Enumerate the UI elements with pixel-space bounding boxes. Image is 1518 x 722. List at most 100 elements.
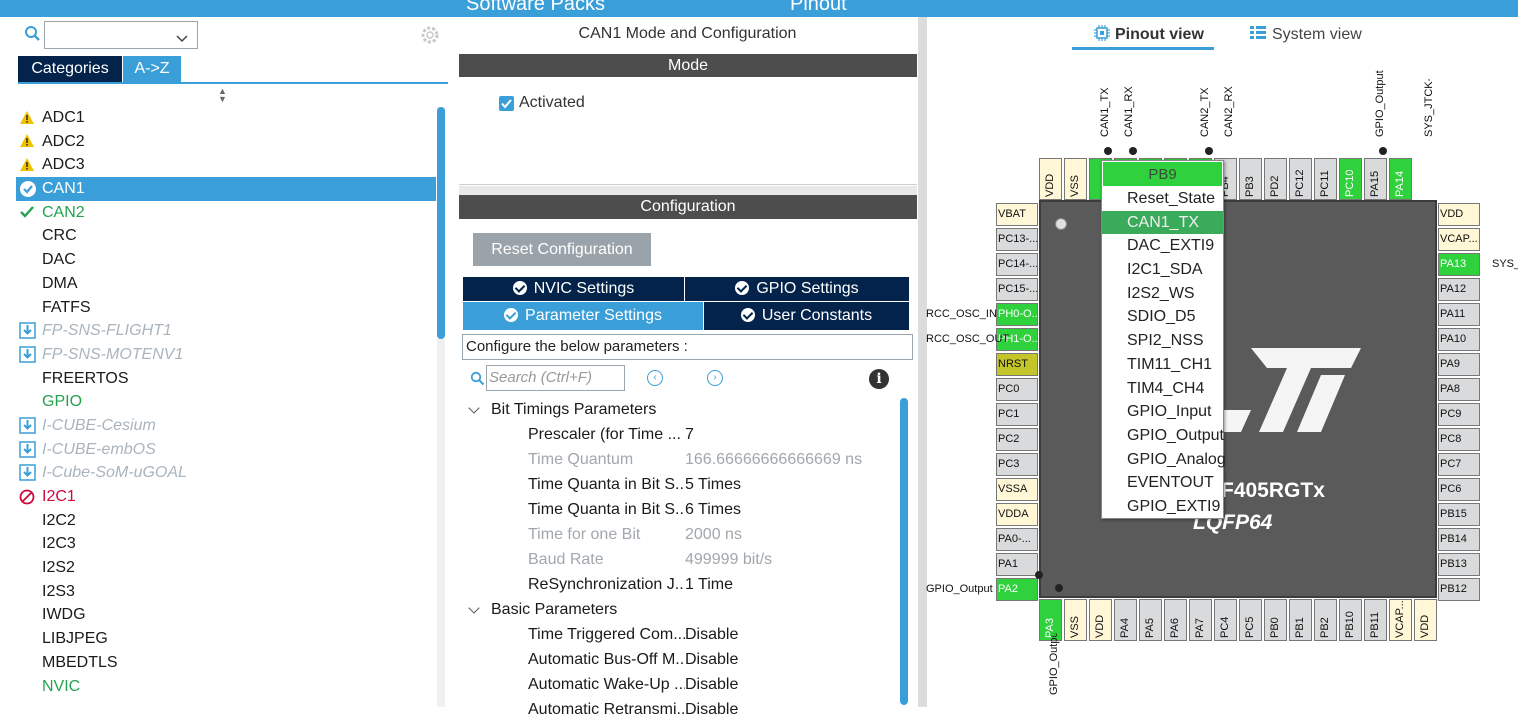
pin[interactable]: VDD xyxy=(1414,599,1437,641)
left-scrollbar[interactable] xyxy=(437,107,445,339)
pin[interactable]: PA11 xyxy=(1438,303,1480,326)
pin[interactable]: PC10 xyxy=(1339,158,1362,200)
popup-menu-item[interactable]: I2S2_WS xyxy=(1102,282,1223,306)
search-next-button[interactable]: › xyxy=(707,370,723,386)
search-previous-button[interactable]: ‹ xyxy=(647,370,663,386)
pin[interactable]: PA1 xyxy=(996,553,1038,576)
pin[interactable]: PA6 xyxy=(1164,599,1187,641)
pin[interactable]: PC2 xyxy=(996,428,1038,451)
tab-gpio-settings[interactable]: GPIO Settings xyxy=(685,277,909,301)
peripheral-item[interactable]: GPIO xyxy=(16,390,436,414)
pin[interactable]: VSS xyxy=(1064,158,1087,200)
parameter-row[interactable]: ReSynchronization J... 1 Time xyxy=(458,572,898,597)
pin[interactable]: PA0-... xyxy=(996,528,1038,551)
search-icon[interactable] xyxy=(470,371,485,390)
pin[interactable]: PC12 xyxy=(1289,158,1312,200)
parameter-value[interactable]: 5 Times xyxy=(685,472,741,497)
parameter-row[interactable]: Automatic Retransmi... Disable xyxy=(458,697,898,722)
pin[interactable]: PB10 xyxy=(1339,599,1362,641)
pin[interactable]: PC9 xyxy=(1438,403,1480,426)
pin[interactable]: VDD xyxy=(1089,599,1112,641)
parameter-row[interactable]: Time Quanta in Bit S... 5 Times xyxy=(458,472,898,497)
pin[interactable]: PA13 xyxy=(1438,253,1480,276)
pin[interactable]: PC3 xyxy=(996,453,1038,476)
pin[interactable]: PB2 xyxy=(1314,599,1337,641)
pin[interactable]: PC14-... xyxy=(996,253,1038,276)
tab-system-view[interactable]: System view xyxy=(1250,25,1362,44)
sort-icon[interactable]: ▲ ▼ xyxy=(218,87,227,104)
chevron-down-icon[interactable] xyxy=(468,602,480,614)
peripheral-item[interactable]: CRC xyxy=(16,224,436,248)
popup-menu-item[interactable]: SDIO_D5 xyxy=(1102,305,1223,329)
popup-menu-item[interactable]: SPI2_NSS xyxy=(1102,329,1223,353)
parameter-section[interactable]: Bit Timings Parameters xyxy=(458,397,898,422)
tab-a-to-z[interactable]: A->Z xyxy=(123,56,181,82)
parameter-value[interactable]: Disable xyxy=(685,697,738,722)
chevron-down-icon[interactable] xyxy=(176,30,188,47)
pin[interactable]: PB14 xyxy=(1438,528,1480,551)
pin-function-popup[interactable]: PB9 Reset_State CAN1_TX DAC_EXTI9 I2C1_SDA I… xyxy=(1101,160,1226,519)
activated-checkbox[interactable] xyxy=(499,96,514,111)
pin[interactable]: VDD xyxy=(1039,158,1062,200)
popup-menu-item[interactable]: GPIO_Analog xyxy=(1102,448,1226,472)
parameter-row[interactable]: Automatic Wake-Up ... Disable xyxy=(458,672,898,697)
pin[interactable]: PC8 xyxy=(1438,428,1480,451)
popup-menu-item[interactable]: GPIO_Output xyxy=(1102,424,1224,448)
pin[interactable]: VDDA xyxy=(996,503,1038,526)
peripheral-item[interactable]: I2C3 xyxy=(16,532,436,556)
peripheral-item[interactable]: I-CUBE-embOS xyxy=(16,438,436,462)
pin[interactable]: PC4 xyxy=(1214,599,1237,641)
pin[interactable]: VDD xyxy=(1438,203,1480,226)
pin[interactable]: PB11 xyxy=(1364,599,1387,641)
peripheral-item[interactable]: IWDG xyxy=(16,603,436,627)
pin[interactable]: PC6 xyxy=(1438,478,1480,501)
info-icon[interactable]: i xyxy=(869,369,889,389)
parameter-search-input[interactable]: Search (Ctrl+F) xyxy=(486,365,625,391)
pin[interactable]: PC1 xyxy=(996,403,1038,426)
pin[interactable]: VSSA xyxy=(996,478,1038,501)
pin[interactable]: PA12 xyxy=(1438,278,1480,301)
peripheral-item[interactable]: FREERTOS xyxy=(16,367,436,391)
peripheral-item[interactable]: CAN2 xyxy=(16,201,436,225)
peripheral-item[interactable]: ADC2 xyxy=(16,130,436,154)
pin[interactable]: PC5 xyxy=(1239,599,1262,641)
peripheral-item[interactable]: I2C1 xyxy=(16,485,436,509)
pin[interactable]: PB15 xyxy=(1438,503,1480,526)
parameter-value[interactable]: Disable xyxy=(685,622,738,647)
pin[interactable]: PB0 xyxy=(1264,599,1287,641)
parameter-row[interactable]: Prescaler (for Time ... 7 xyxy=(458,422,898,447)
peripheral-item[interactable]: CAN1 xyxy=(16,177,436,201)
pin[interactable]: VSS xyxy=(1064,599,1087,641)
tab-user-constants[interactable]: User Constants xyxy=(704,302,909,330)
popup-menu-item[interactable]: Reset_State xyxy=(1102,187,1223,211)
peripheral-item[interactable]: NVIC xyxy=(16,675,436,699)
pin[interactable]: PB3 xyxy=(1239,158,1262,200)
pin[interactable]: PD2 xyxy=(1264,158,1287,200)
peripheral-item[interactable]: FP-SNS-MOTENV1 xyxy=(16,343,436,367)
pin[interactable]: PC11 xyxy=(1314,158,1337,200)
pinout-menu[interactable]: Pinout xyxy=(790,0,847,16)
pin[interactable]: VCAP... xyxy=(1438,228,1480,251)
pin[interactable]: VBAT xyxy=(996,203,1038,226)
pin[interactable]: PB13 xyxy=(1438,553,1480,576)
peripheral-item[interactable]: I2S2 xyxy=(16,556,436,580)
tab-nvic-settings[interactable]: NVIC Settings xyxy=(463,277,684,301)
parameter-section[interactable]: Basic Parameters xyxy=(458,597,898,622)
search-icon[interactable] xyxy=(24,25,41,46)
peripheral-item[interactable]: DAC xyxy=(16,248,436,272)
parameter-value[interactable]: 1 Time xyxy=(685,572,733,597)
pin[interactable]: PC7 xyxy=(1438,453,1480,476)
pin[interactable]: PC0 xyxy=(996,378,1038,401)
pin[interactable]: PA2 xyxy=(996,578,1038,601)
popup-menu-item[interactable]: CAN1_TX xyxy=(1102,210,1223,235)
gear-icon[interactable] xyxy=(419,24,441,50)
peripheral-item[interactable]: DMA xyxy=(16,272,436,296)
pin[interactable]: PC13-... xyxy=(996,228,1038,251)
pin[interactable]: PB12 xyxy=(1438,578,1480,601)
parameter-row[interactable]: Time Quanta in Bit S... 6 Times xyxy=(458,497,898,522)
reset-configuration-button[interactable]: Reset Configuration xyxy=(473,233,651,266)
peripheral-item[interactable]: I-CUBE-Cesium xyxy=(16,414,436,438)
peripheral-item[interactable]: I-Cube-SoM-uGOAL xyxy=(16,461,436,485)
pin[interactable]: PA4 xyxy=(1114,599,1137,641)
popup-menu-item[interactable]: I2C1_SDA xyxy=(1102,258,1223,282)
